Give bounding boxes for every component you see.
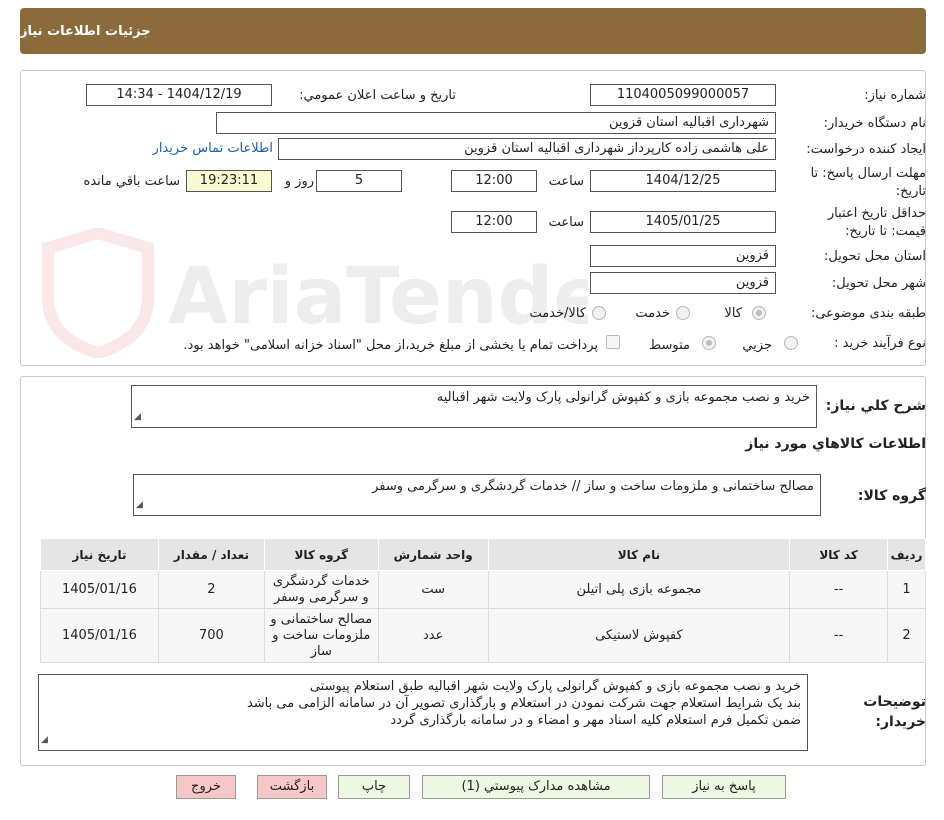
days-label: روز و [284,174,314,189]
cell-name: کفپوش لاستیکی [487,608,791,663]
back-button[interactable]: بازگشت [257,775,327,799]
cell-row-number: 2 [887,608,926,663]
col-header-group: گروه کالا [263,538,379,571]
category-option-goods-service: کالا/خدمت [529,306,586,321]
col-header-code: کد کالا [789,538,889,571]
category-option-service: خدمت [635,306,670,321]
table-row: 2 -- کفپوش لاستیکی عدد مصالح ساختمانی و … [40,608,926,663]
cell-name: مجموعه بازی پلی اتیلن [487,570,791,609]
creator-label: ایجاد کننده درخواست: [806,142,926,157]
goods-table: ردیف کد کالا نام کالا واحد شمارش گروه کا… [40,538,926,663]
cell-group: مصالح ساختمانی و ملزومات ساخت و ساز [263,608,379,663]
creator-field: علی هاشمی زاده کارپرداز شهرداری اقبالیه … [278,138,776,160]
province-label: استان محل تحویل: [824,249,926,264]
buyer-notes-line: خرید و نصب مجموعه بازی و کفپوش گرانولی پ… [309,679,801,694]
cell-date: 1405/01/16 [40,570,159,609]
cell-group: خدمات گردشگری و سرگرمی وسفر [263,570,379,609]
cell-code: -- [789,608,889,663]
validity-label: حداقل تاریخ اعتبار [827,206,926,221]
category-label: طبقه بندی موضوعی: [810,306,926,321]
summary-label: شرح کلي نیاز: [825,398,926,414]
buyer-notes-label-2: خریدار: [875,714,926,730]
print-button[interactable]: چاپ [338,775,410,799]
buyer-notes-line: بند یک شرایط استعلام جهت شرکت نمودن در ا… [246,696,801,711]
buyer-org-label: نام دستگاه خریدار: [823,116,926,131]
goods-section-title: اطلاعات کالاهاي مورد نیاز [745,436,926,452]
deadline-label: مهلت ارسال پاسخ: تا [810,166,926,181]
col-header-unit: واحد شمارش [377,538,489,571]
process-radio-medium[interactable] [702,336,716,350]
category-option-goods: کالا [724,306,742,321]
category-radio-goods[interactable] [752,306,766,320]
deadline-time-field: 12:00 [451,170,537,192]
exit-button[interactable]: خروج [176,775,236,799]
col-header-date: تاریخ نیاز [40,538,159,571]
deadline-date-field: 1404/12/25 [590,170,776,192]
buyer-notes-line: ضمن تکمیل فرم استعلام کلیه اسناد مهر و ا… [390,713,801,728]
validity-label-2: قیمت: تا تاریخ: [845,224,926,239]
buyer-org-field: شهرداری اقبالیه استان قزوین [216,112,776,134]
goods-group-text: مصالح ساختمانی و ملزومات ساخت و ساز // خ… [372,479,814,494]
deadline-label-2: تاریخ: [895,184,926,199]
page-title: جزئیات اطلاعات نیاز [20,23,151,39]
process-radio-minor[interactable] [784,336,798,350]
page-header: جزئیات اطلاعات نیاز [20,8,926,54]
announce-label: تاریخ و ساعت اعلان عمومي: [299,88,456,103]
buyer-notes-label: توضیحات [863,694,926,710]
validity-time-label: ساعت [548,215,584,230]
need-number-field: 1104005099000057 [590,84,776,106]
col-header-row-number: ردیف [887,538,926,571]
cell-quantity: 700 [157,608,265,663]
days-field: 5 [316,170,402,192]
table-row: 1 -- مجموعه بازی پلی اتیلن ست خدمات گردش… [40,570,926,609]
resize-grip-icon[interactable]: ◢ [134,409,141,426]
validity-date-field: 1405/01/25 [590,211,776,233]
table-header-row: ردیف کد کالا نام کالا واحد شمارش گروه کا… [40,538,926,571]
treasury-payment-checkbox[interactable] [606,335,620,349]
cell-unit: ست [377,570,489,609]
view-attachments-button[interactable]: مشاهده مدارک پیوستي (1) [422,775,650,799]
cell-code: -- [789,570,889,609]
resize-grip-icon[interactable]: ◢ [41,732,48,749]
cell-date: 1405/01/16 [40,608,159,663]
buyer-contact-link[interactable]: اطلاعات تماس خریدار [153,141,273,156]
cell-quantity: 2 [157,570,265,609]
goods-group-label: گروه کالا: [857,488,926,504]
category-radio-service[interactable] [676,306,690,320]
goods-group-textarea: مصالح ساختمانی و ملزومات ساخت و ساز // خ… [133,474,821,516]
deadline-time-label: ساعت [548,174,584,189]
announce-field: 1404/12/19 - 14:34 [86,84,272,106]
col-header-quantity: تعداد / مقدار [157,538,265,571]
cell-unit: عدد [377,608,489,663]
process-option-medium: متوسط [649,338,690,353]
summary-textarea: خرید و نصب مجموعه بازی و کفپوش گرانولی پ… [131,385,817,428]
resize-grip-icon[interactable]: ◢ [136,497,143,514]
process-option-minor: جزیي [742,338,772,353]
remaining-time-field: 19:23:11 [186,170,272,192]
remaining-label: ساعت باقي مانده [83,174,180,189]
col-header-name: نام کالا [487,538,791,571]
city-field: قزوین [590,272,776,294]
need-number-label: شماره نیاز: [864,88,926,103]
cell-row-number: 1 [887,570,926,609]
reply-button[interactable]: پاسخ به نیاز [662,775,786,799]
city-label: شهر محل تحویل: [831,276,926,291]
summary-text: خرید و نصب مجموعه بازی و کفپوش گرانولی پ… [436,390,810,405]
process-label: نوع فرآیند خرید : [834,336,926,351]
buyer-notes-textarea: خرید و نصب مجموعه بازی و کفپوش گرانولی پ… [38,674,808,751]
validity-time-field: 12:00 [451,211,537,233]
treasury-payment-note: پرداخت تمام یا بخشی از مبلغ خرید،از محل … [183,338,598,353]
province-field: قزوین [590,245,776,267]
category-radio-goods-service[interactable] [592,306,606,320]
